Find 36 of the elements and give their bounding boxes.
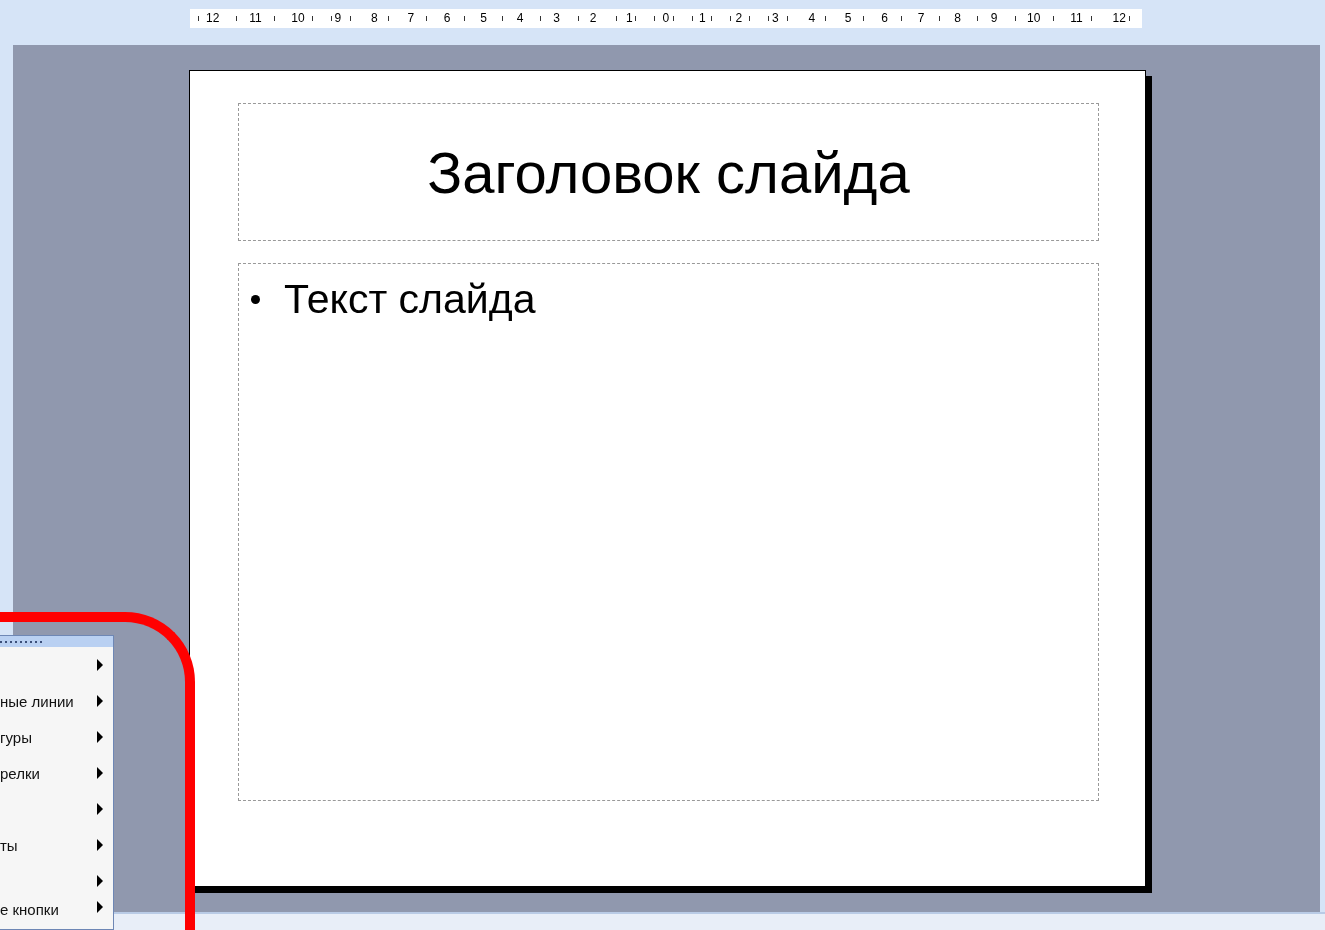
ruler-number: 2 [587,12,599,25]
menu-item[interactable]: е кнопки [0,899,113,927]
ruler-number: 4 [514,12,526,25]
ruler-number: 5 [842,12,854,25]
ruler-number: 5 [478,12,489,25]
ruler-number: 3 [551,12,562,25]
menu-item[interactable]: релки [0,755,113,791]
ruler-number: 6 [441,12,453,25]
slide-title: Заголовок слайда [427,138,910,206]
menu-grip[interactable] [0,636,113,647]
ruler-number: 6 [879,12,890,25]
ruler-number: 12 [1110,12,1128,25]
ruler-number: 4 [806,12,818,25]
title-placeholder[interactable]: Заголовок слайда [238,103,1099,241]
ruler-number: 8 [952,12,963,25]
ruler-number: 7 [405,12,417,25]
bullet-text: Текст слайда [284,276,536,323]
ruler-number: 10 [1025,12,1043,25]
body-placeholder[interactable]: Текст слайда [238,263,1099,801]
menu-item[interactable]: гуры [0,719,113,755]
ruler-number: 3 [769,12,781,25]
bullet-icon [251,295,260,304]
ruler-number: 12 [204,12,222,25]
ruler-number: 11 [247,12,264,25]
ruler-number: 9 [988,12,1000,25]
ruler-number: 8 [368,12,380,25]
ruler-number: 1 [697,12,708,25]
ruler-number: 1 [624,12,635,25]
ruler-number: 0 [660,12,672,25]
menu-item[interactable]: ные линии [0,683,113,719]
ruler-number: 7 [915,12,927,25]
ruler-number: 10 [289,12,307,25]
menu-item[interactable]: ты [0,827,113,863]
ruler-number: 11 [1068,12,1085,25]
ruler-number: 2 [733,12,745,25]
ruler-number: 9 [332,12,344,25]
